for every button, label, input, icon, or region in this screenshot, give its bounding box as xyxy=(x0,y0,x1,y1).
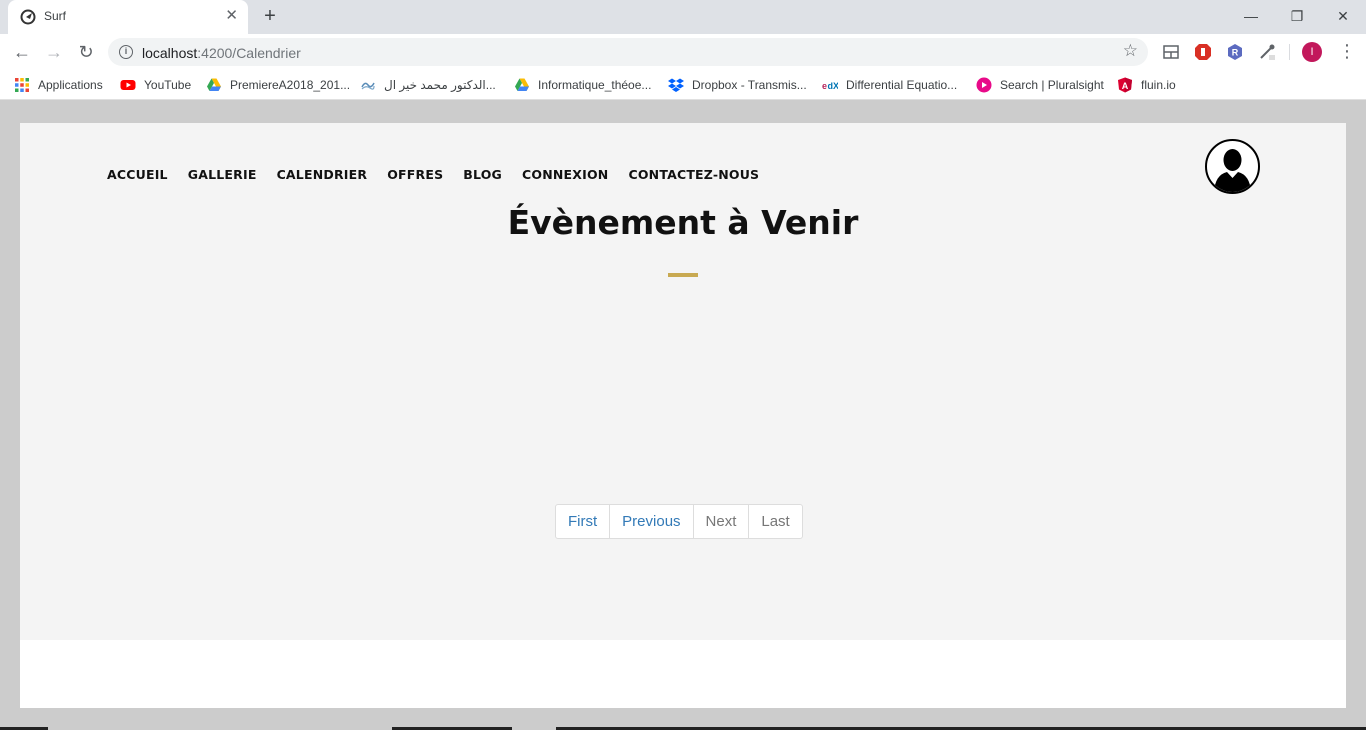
title-underline xyxy=(668,273,698,277)
browser-toolbar: ← → ↻ i localhost:4200/Calendrier ☆ R I … xyxy=(0,34,1366,70)
user-avatar[interactable] xyxy=(1205,139,1260,194)
bookmark-edx[interactable]: e dX Differential Equatio... xyxy=(822,77,957,93)
pagination-last[interactable]: Last xyxy=(749,505,801,538)
bookmark-label: fluin.io xyxy=(1141,78,1176,92)
bookmarks-bar: Applications YouTube PremiereA2018_201..… xyxy=(0,70,1366,100)
site-nav: ACCUEIL GALLERIE CALENDRIER OFFRES BLOG … xyxy=(107,167,779,182)
restore-icon[interactable]: ❐ xyxy=(1285,6,1309,26)
pluralsight-icon xyxy=(976,77,992,93)
bookmark-informatique[interactable]: Informatique_théoe... xyxy=(514,77,651,93)
svg-text:R: R xyxy=(1232,48,1239,58)
bookmark-star-icon[interactable]: ☆ xyxy=(1123,41,1138,61)
url-path: :4200/Calendrier xyxy=(197,45,301,61)
bookmark-label: YouTube xyxy=(144,78,192,92)
address-bar[interactable]: i localhost:4200/Calendrier ☆ xyxy=(108,38,1148,66)
browser-menu-icon[interactable]: ⋮ xyxy=(1338,41,1356,62)
svg-text:e: e xyxy=(822,81,827,91)
back-icon[interactable]: ← xyxy=(12,42,32,62)
nav-calendrier[interactable]: CALENDRIER xyxy=(277,167,368,182)
reload-icon[interactable]: ↻ xyxy=(76,42,96,62)
bookmark-applications[interactable]: Applications xyxy=(14,77,103,93)
url-host: localhost xyxy=(142,45,198,61)
nav-gallerie[interactable]: GALLERIE xyxy=(188,167,257,182)
tab-close-icon[interactable]: ✕ xyxy=(225,8,238,24)
r-extension-icon[interactable]: R xyxy=(1226,43,1244,61)
nav-blog[interactable]: BLOG xyxy=(463,167,502,182)
browser-titlebar: Surf ✕ + — ❐ ✕ xyxy=(0,0,1366,34)
toolbar-divider xyxy=(1289,44,1290,60)
google-drive-icon xyxy=(207,78,221,91)
bookmark-arabic-site[interactable]: الدكتور محمد خير ال... xyxy=(360,77,496,93)
new-tab-button[interactable]: + xyxy=(260,6,280,26)
bookmark-youtube[interactable]: YouTube xyxy=(120,77,191,93)
page-main-section: ACCUEIL GALLERIE CALENDRIER OFFRES BLOG … xyxy=(20,123,1346,640)
nav-accueil[interactable]: ACCUEIL xyxy=(107,167,168,182)
forward-icon[interactable]: → xyxy=(44,42,64,62)
bookmark-pluralsight[interactable]: Search | Pluralsight xyxy=(976,77,1104,93)
bookmark-fluin[interactable]: A fluin.io xyxy=(1117,77,1176,93)
svg-text:A: A xyxy=(1122,81,1129,91)
bookmark-label: الدكتور محمد خير ال... xyxy=(384,78,496,92)
bookmark-label: Informatique_théoe... xyxy=(538,78,652,92)
bookmark-label: Differential Equatio... xyxy=(846,78,958,92)
page-viewport: ACCUEIL GALLERIE CALENDRIER OFFRES BLOG … xyxy=(20,123,1346,708)
apps-grid-icon xyxy=(15,78,29,92)
page-title: Évènement à Venir xyxy=(507,203,859,242)
google-drive-icon xyxy=(515,78,529,91)
surf-favicon-icon xyxy=(20,9,36,25)
bookmark-premiere[interactable]: PremiereA2018_201... xyxy=(206,77,350,93)
eyedropper-extension-icon[interactable] xyxy=(1258,43,1276,61)
pagination-first[interactable]: First xyxy=(556,505,611,538)
adblock-extension-icon[interactable] xyxy=(1194,43,1212,61)
svg-text:dX: dX xyxy=(828,81,839,91)
nav-offres[interactable]: OFFRES xyxy=(387,167,443,182)
user-silhouette-icon xyxy=(1214,149,1251,192)
pagination-previous[interactable]: Previous xyxy=(610,505,694,538)
bookmark-dropbox[interactable]: Dropbox - Transmis... xyxy=(668,77,807,93)
tab-title: Surf xyxy=(44,9,67,23)
tab-manager-extension-icon[interactable] xyxy=(1162,43,1180,61)
minimize-icon[interactable]: — xyxy=(1239,6,1263,26)
youtube-icon xyxy=(120,80,136,90)
profile-avatar[interactable]: I xyxy=(1302,42,1322,62)
close-window-icon[interactable]: ✕ xyxy=(1331,6,1355,26)
nav-connexion[interactable]: CONNEXION xyxy=(522,167,608,182)
pagination: First Previous Next Last xyxy=(555,504,803,539)
bookmark-label: PremiereA2018_201... xyxy=(230,78,351,92)
pagination-next[interactable]: Next xyxy=(694,505,750,538)
bookmark-label: Search | Pluralsight xyxy=(1000,78,1104,92)
browser-tab[interactable]: Surf ✕ xyxy=(8,0,248,34)
angular-icon: A xyxy=(1118,77,1132,93)
site-info-icon[interactable]: i xyxy=(119,45,133,59)
edx-icon: e dX xyxy=(822,81,839,91)
url-text[interactable]: localhost:4200/Calendrier xyxy=(142,45,301,61)
nav-contactez-nous[interactable]: CONTACTEZ-NOUS xyxy=(628,167,759,182)
bookmark-label: Dropbox - Transmis... xyxy=(692,78,807,92)
bookmark-label: Applications xyxy=(38,78,103,92)
site-icon xyxy=(361,82,375,90)
dropbox-icon xyxy=(668,78,684,92)
